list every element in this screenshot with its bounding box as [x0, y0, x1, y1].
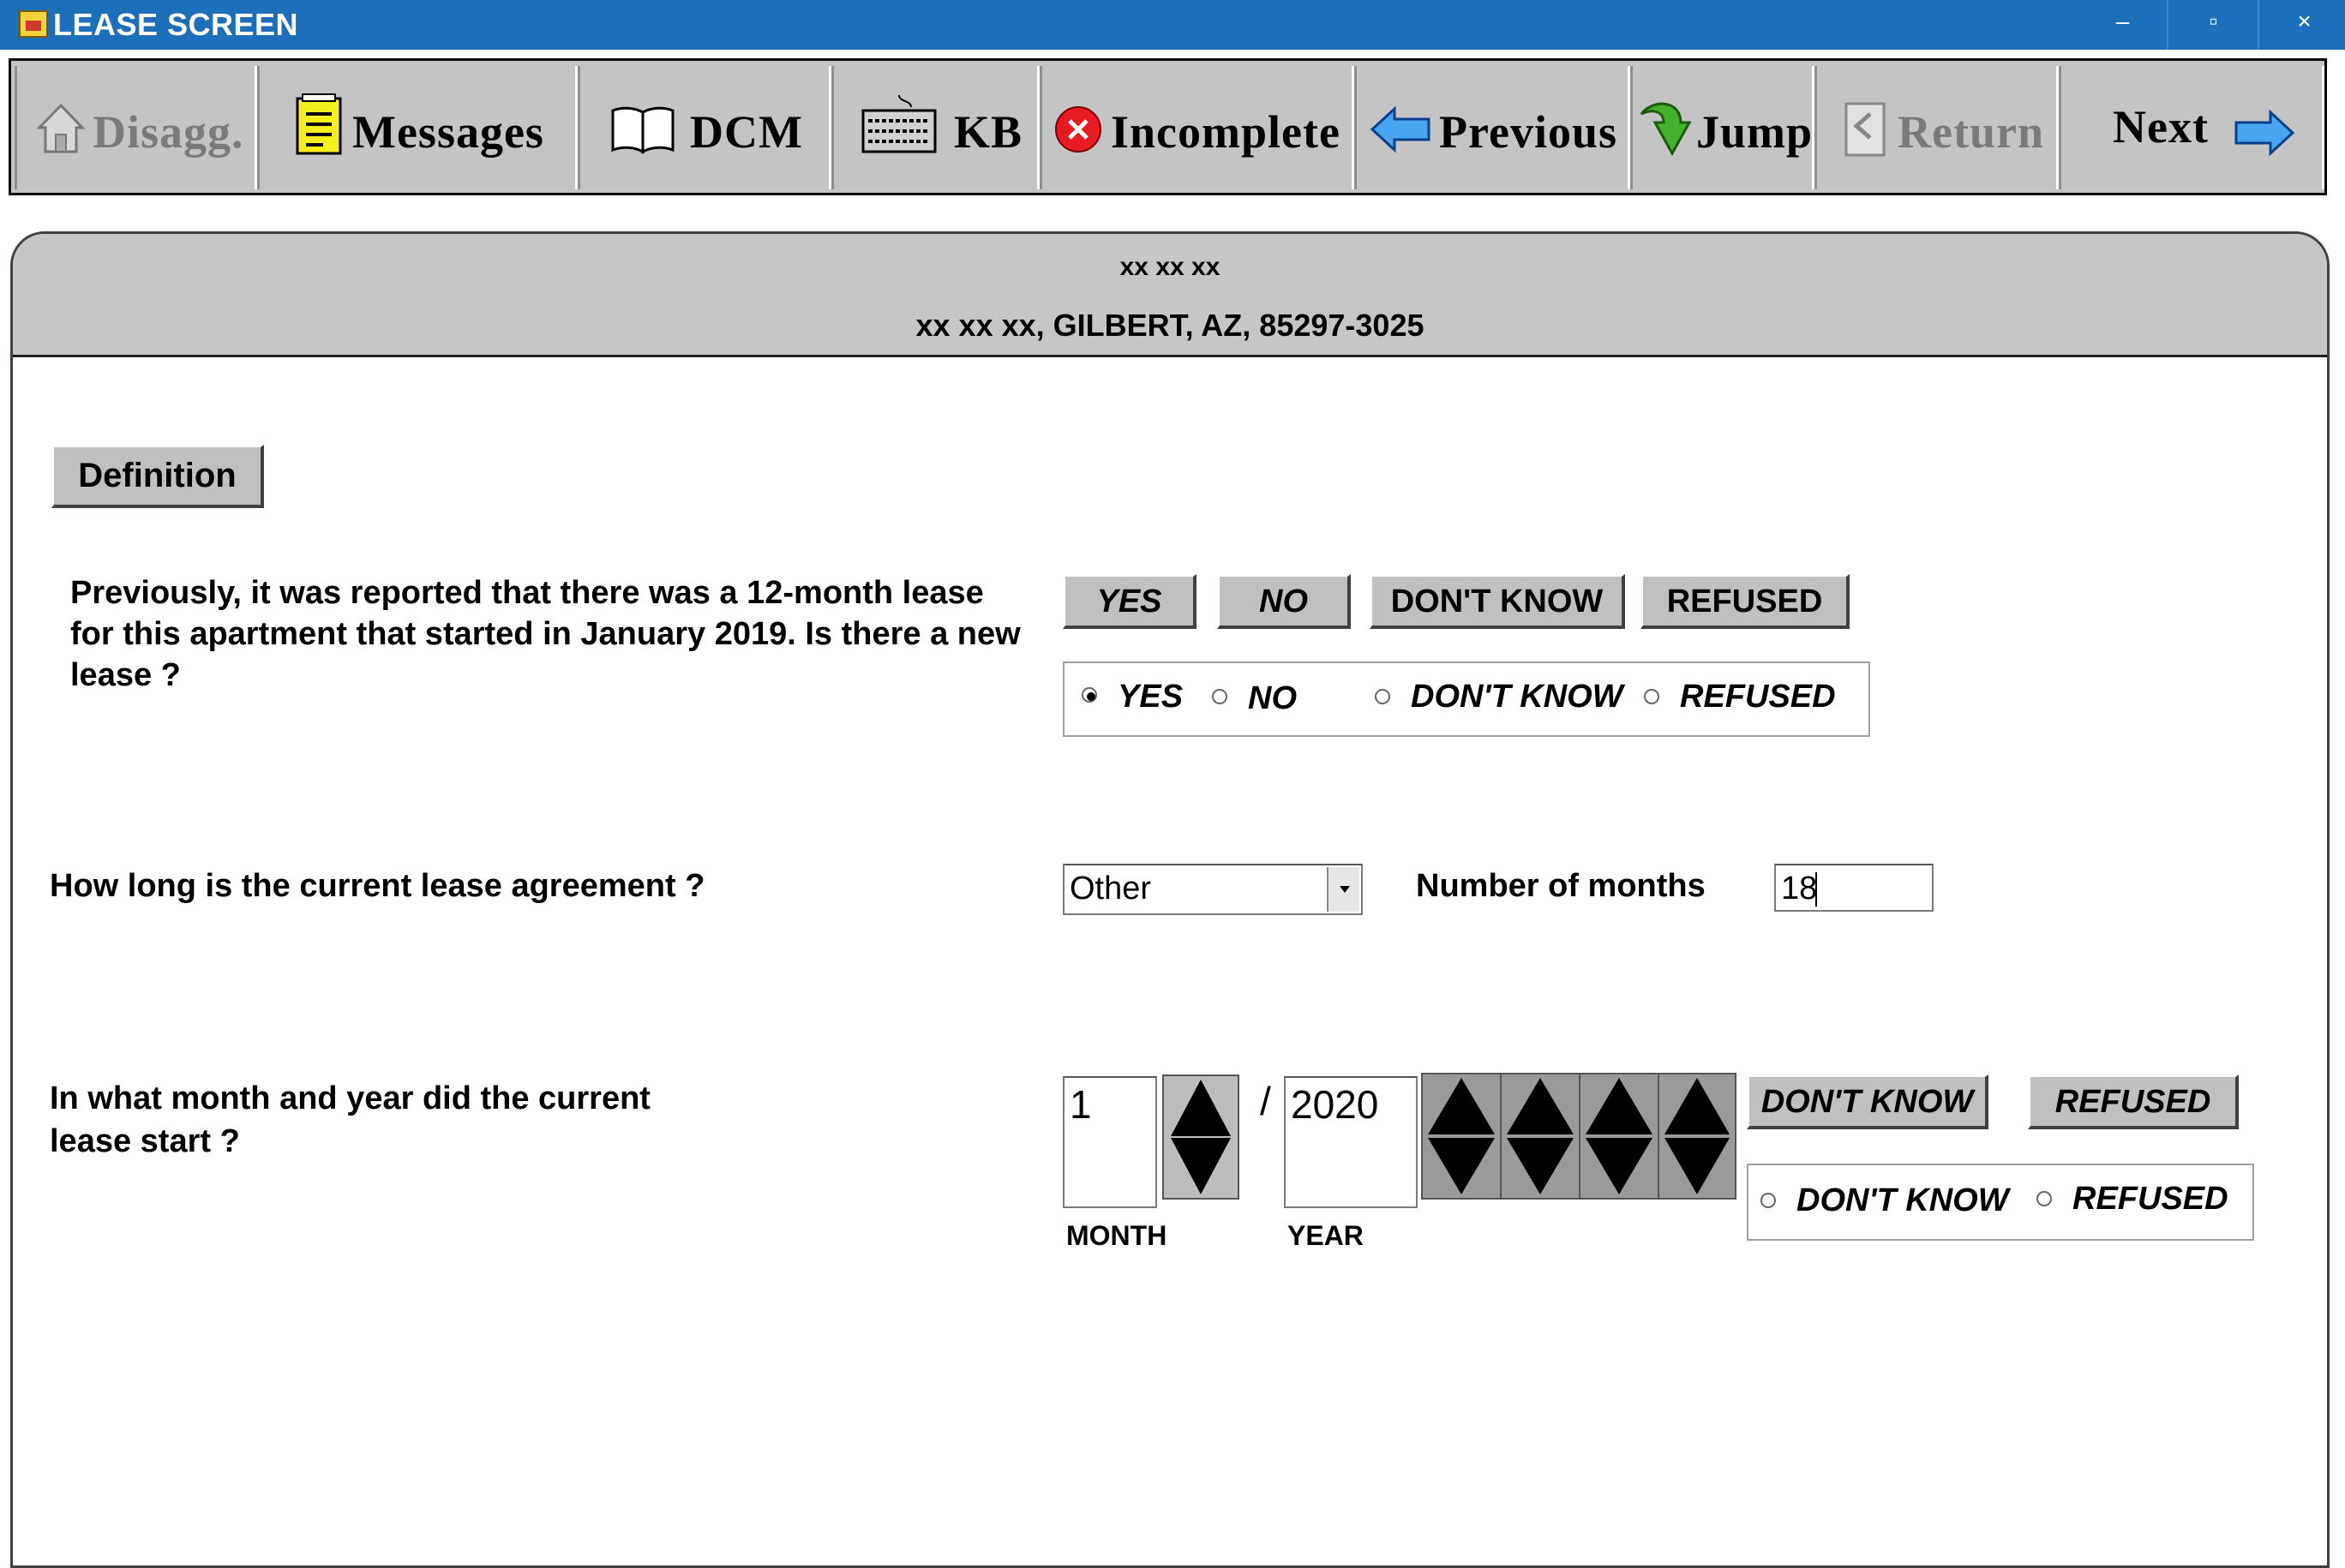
months-input[interactable]: 18 [1774, 864, 1934, 912]
month-value: 1 [1070, 1082, 1092, 1127]
jump-arrow-icon [1640, 102, 1692, 157]
year-label: YEAR [1287, 1220, 1364, 1251]
disagg-button[interactable]: Disagg. [15, 66, 257, 189]
start-refused-radio-label: REFUSED [2072, 1181, 2228, 1217]
start-refused-button[interactable]: REFUSED [2028, 1074, 2239, 1129]
year-spinner-1[interactable] [1423, 1074, 1502, 1198]
question-lease-length: How long is the current lease agreement … [50, 868, 705, 904]
error-icon [1055, 106, 1101, 153]
incomplete-label: Incomplete [1111, 106, 1340, 158]
yes-radio[interactable] [1082, 687, 1097, 703]
messages-button[interactable]: Messages [257, 66, 578, 189]
window-title: LEASE SCREEN [53, 7, 299, 42]
spin-arrows-icon [1586, 1078, 1652, 1194]
text-cursor [1815, 872, 1817, 907]
refused-button[interactable]: REFUSED [1640, 574, 1850, 629]
spin-arrows-icon [1507, 1078, 1574, 1194]
year-value: 2020 [1291, 1082, 1379, 1127]
new-lease-radio-group: YES NO DON'T KNOW REFUSED [1063, 661, 1870, 737]
kb-button[interactable]: KB [831, 66, 1040, 189]
no-button[interactable]: NO [1217, 574, 1351, 629]
jump-label: Jump [1696, 106, 1814, 158]
arrow-left-icon [1370, 105, 1430, 153]
return-button[interactable]: Return [1814, 66, 2059, 189]
toolbar: Disagg. Messages DCM KB Incomplete Previ… [9, 58, 2327, 195]
start-refused-radio[interactable] [2036, 1191, 2052, 1206]
lease-length-value: Other [1070, 871, 1152, 907]
previous-label: Previous [1439, 106, 1617, 158]
incomplete-button[interactable]: Incomplete [1040, 66, 1354, 189]
month-spinner[interactable] [1162, 1074, 1239, 1200]
book-icon [611, 106, 675, 154]
month-input[interactable]: 1 [1063, 1076, 1157, 1208]
definition-button[interactable]: Definition [51, 445, 264, 508]
year-spinner-2[interactable] [1502, 1074, 1580, 1198]
kb-label: KB [954, 106, 1023, 158]
start-dont-know-button[interactable]: DON'T KNOW [1747, 1074, 1988, 1129]
yes-radio-label: YES [1118, 679, 1184, 715]
year-input[interactable]: 2020 [1284, 1076, 1418, 1208]
month-label: MONTH [1066, 1220, 1167, 1251]
header-address: xx xx xx, GILBERT, AZ, 85297-3025 [915, 308, 1424, 343]
notepad-icon [296, 93, 342, 155]
dcm-button[interactable]: DCM [578, 66, 831, 189]
no-radio-label: NO [1248, 680, 1297, 716]
home-icon [36, 103, 86, 153]
previous-button[interactable]: Previous [1354, 66, 1630, 189]
spin-arrows-icon [1664, 1078, 1730, 1194]
next-label: Next [2113, 101, 2209, 153]
spin-arrows-icon [1428, 1078, 1495, 1194]
spin-arrows-icon [1171, 1080, 1231, 1194]
start-dont-know-radio-label: DON'T KNOW [1796, 1182, 2009, 1218]
dcm-label: DCM [690, 106, 803, 158]
question-new-lease: Previously, it was reported that there w… [70, 575, 1021, 693]
close-button[interactable]: × [2259, 0, 2345, 50]
address-header: xx xx xx xx xx xx, GILBERT, AZ, 85297-30… [13, 234, 2327, 357]
next-button[interactable]: Next [2059, 66, 2324, 189]
disagg-label: Disagg. [93, 106, 244, 158]
dont-know-radio-label: DON'T KNOW [1411, 679, 1623, 715]
question-lease-start-line1: In what month and year did the current [50, 1080, 651, 1116]
year-spinners [1421, 1073, 1736, 1200]
keyboard-icon [861, 94, 937, 153]
year-spinner-4[interactable] [1659, 1074, 1736, 1198]
dont-know-radio[interactable] [1375, 689, 1390, 704]
yes-button[interactable]: YES [1063, 574, 1196, 629]
app-icon [19, 10, 48, 38]
return-label: Return [1898, 106, 2044, 158]
lease-length-select[interactable]: Other [1063, 864, 1363, 915]
months-label: Number of months [1416, 868, 1706, 904]
arrow-right-icon [2234, 109, 2295, 157]
question-lease-start-line2: lease start ? [50, 1123, 240, 1159]
start-date-radio-group: DON'T KNOW REFUSED [1747, 1164, 2254, 1241]
title-bar [0, 0, 2345, 50]
refused-radio-label: REFUSED [1680, 679, 1836, 715]
start-dont-know-radio[interactable] [1760, 1193, 1776, 1208]
refused-radio[interactable] [1644, 689, 1659, 704]
header-name: xx xx xx [1119, 253, 1220, 281]
year-spinner-3[interactable] [1580, 1074, 1659, 1198]
minimize-button[interactable]: – [2078, 0, 2168, 50]
return-icon [1844, 102, 1886, 157]
date-separator: / [1260, 1079, 1271, 1123]
jump-button[interactable]: Jump [1630, 66, 1814, 189]
maximize-button[interactable]: ▫ [2168, 0, 2258, 50]
dont-know-button[interactable]: DON'T KNOW [1370, 574, 1625, 629]
chevron-down-icon[interactable] [1327, 867, 1359, 912]
no-radio[interactable] [1212, 689, 1227, 704]
months-value: 18 [1781, 871, 1818, 907]
messages-label: Messages [352, 106, 544, 158]
